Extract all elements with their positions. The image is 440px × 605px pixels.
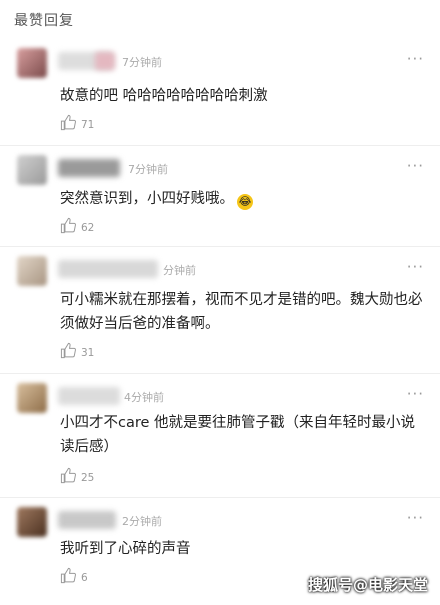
thumbs-up-icon bbox=[60, 467, 76, 484]
like-count: 31 bbox=[81, 346, 95, 359]
section-title: 最赞回复 bbox=[14, 13, 74, 29]
divider bbox=[0, 497, 440, 498]
more-options-icon[interactable]: ··· bbox=[407, 509, 424, 527]
like-button[interactable]: 71 bbox=[60, 114, 94, 131]
laughing-emoji-icon: 😂 bbox=[237, 194, 253, 210]
avatar[interactable] bbox=[17, 256, 47, 286]
thumbs-up-icon bbox=[60, 114, 76, 131]
more-options-icon[interactable]: ··· bbox=[407, 385, 424, 403]
more-options-icon[interactable]: ··· bbox=[407, 157, 424, 175]
avatar[interactable] bbox=[17, 507, 47, 537]
comment-time: 分钟前 bbox=[163, 264, 196, 277]
watermark: 搜狐号@电影天堂 bbox=[307, 576, 428, 594]
comment-text: 可小糯米就在那摆着，视而不见才是错的吧。魏大勋也必须做好当后爸的准备啊。 bbox=[60, 292, 423, 332]
comment-text: 突然意识到，小四好贱哦。 😂 bbox=[60, 187, 425, 211]
like-count: 6 bbox=[81, 571, 88, 584]
username-blurred[interactable] bbox=[58, 511, 116, 529]
divider bbox=[0, 246, 440, 247]
thumbs-up-icon bbox=[60, 342, 76, 359]
comment-text: 我听到了心碎的声音 bbox=[60, 541, 191, 557]
comment-time: 4分钟前 bbox=[124, 391, 164, 404]
username-blurred[interactable] bbox=[58, 260, 158, 278]
thumbs-up-icon bbox=[60, 567, 76, 584]
like-button[interactable]: 62 bbox=[60, 217, 94, 234]
username-blurred[interactable] bbox=[58, 159, 120, 177]
divider bbox=[0, 373, 440, 374]
like-count: 62 bbox=[81, 221, 95, 234]
avatar[interactable] bbox=[17, 155, 47, 185]
comment-time: 7分钟前 bbox=[122, 56, 162, 69]
more-options-icon[interactable]: ··· bbox=[407, 258, 424, 276]
like-count: 71 bbox=[81, 118, 95, 131]
comment-text: 小四才不care 他就是要往肺管子戳（来自年轻时最小说读后感） bbox=[60, 415, 416, 455]
avatar[interactable] bbox=[17, 383, 47, 413]
like-button[interactable]: 25 bbox=[60, 467, 94, 484]
comment-time: 7分钟前 bbox=[128, 163, 168, 176]
divider bbox=[0, 145, 440, 146]
like-count: 25 bbox=[81, 471, 95, 484]
like-button[interactable]: 31 bbox=[60, 342, 94, 359]
thumbs-up-icon bbox=[60, 217, 76, 234]
avatar[interactable] bbox=[17, 48, 47, 78]
comment-text: 故意的吧 哈哈哈哈哈哈哈哈刺激 bbox=[60, 88, 268, 104]
comment-text-content: 突然意识到，小四好贱哦。 bbox=[60, 191, 234, 207]
comment-time: 2分钟前 bbox=[122, 515, 162, 528]
like-button[interactable]: 6 bbox=[60, 567, 88, 584]
username-blurred bbox=[95, 52, 115, 70]
more-options-icon[interactable]: ··· bbox=[407, 50, 424, 68]
username-blurred[interactable] bbox=[58, 387, 120, 405]
